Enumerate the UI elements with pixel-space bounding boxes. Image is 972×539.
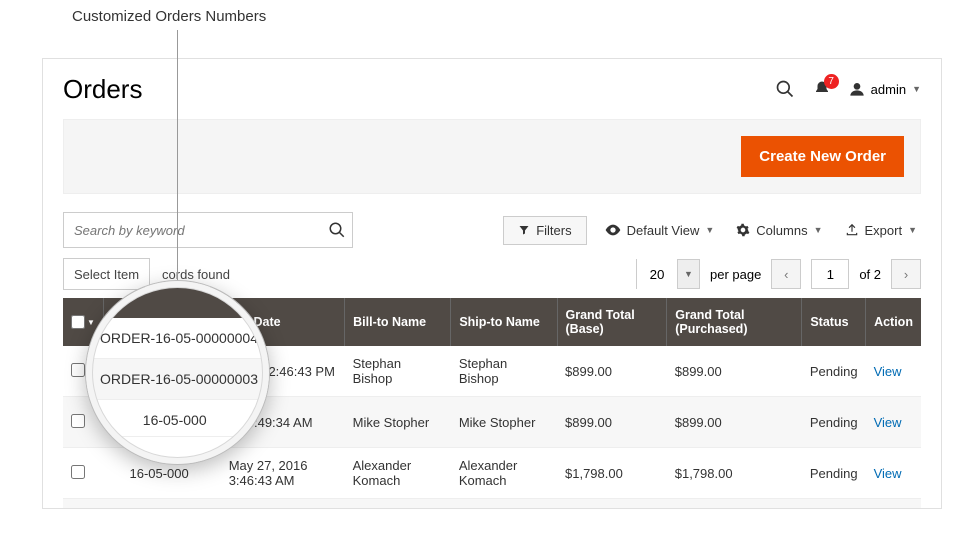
default-view-button[interactable]: Default View ▼ [601, 217, 719, 244]
cell-base: $899.00 [557, 346, 667, 397]
cell-purchased: $899.00 [667, 346, 802, 397]
cell-action: View [866, 448, 921, 499]
username: admin [871, 82, 906, 97]
row-checkbox[interactable] [71, 465, 85, 479]
cell-date: May 27, 2016 2:37:47 AM [221, 499, 345, 510]
cell-id: ORDER-16-05-00000001 [103, 499, 220, 510]
action-bar: Create New Order [63, 119, 921, 194]
export-button[interactable]: Export ▼ [841, 217, 922, 244]
row-checkbox-cell [63, 499, 103, 510]
cell-base: $1,798.00 [557, 448, 667, 499]
page-title: Orders [63, 74, 142, 105]
magnifier-lens: D ORDER-16-05-00000004 ORDER-16-05-00000… [85, 280, 270, 465]
view-link[interactable]: View [874, 466, 902, 481]
view-link[interactable]: View [874, 364, 902, 379]
table-row: ORDER-16-05-00000001May 27, 2016 2:37:47… [63, 499, 921, 510]
cell-ship: Stephan Bishop [451, 346, 557, 397]
per-page-label: per page [710, 267, 761, 282]
prev-page-button[interactable]: ‹ [771, 259, 801, 289]
select-all-checkbox[interactable] [71, 315, 85, 329]
row-checkbox-cell [63, 448, 103, 499]
caret-down-icon: ▼ [912, 84, 921, 94]
export-label: Export [865, 223, 903, 238]
cell-status: Pending [802, 397, 866, 448]
page-of: of 2 [859, 267, 881, 282]
page-header: Orders 7 admin ▼ [63, 59, 921, 119]
search-input[interactable] [74, 223, 328, 238]
funnel-icon [518, 224, 530, 236]
notification-count: 7 [824, 74, 839, 89]
cell-action: View [866, 499, 921, 510]
filters-button[interactable]: Filters [503, 216, 586, 245]
col-ship[interactable]: Ship-to Name [451, 298, 557, 346]
cell-ship: Mike Stopher [451, 397, 557, 448]
row-checkbox[interactable] [71, 414, 85, 428]
per-page-select[interactable]: ▼ [636, 259, 700, 289]
cell-date: May 27, 2016 3:46:43 AM [221, 448, 345, 499]
header-actions: 7 admin ▼ [775, 79, 921, 99]
cell-status: Pending [802, 448, 866, 499]
export-icon [845, 223, 859, 237]
gear-icon [736, 223, 750, 237]
user-icon [849, 81, 865, 97]
col-base[interactable]: Grand Total (Base) [557, 298, 667, 346]
columns-button[interactable]: Columns ▼ [732, 217, 826, 244]
col-action[interactable]: Action [866, 298, 921, 346]
toolbar-right: Filters Default View ▼ Columns ▼ Export … [503, 216, 921, 245]
toolbar: Filters Default View ▼ Columns ▼ Export … [63, 212, 921, 248]
cell-status: Pending [802, 346, 866, 397]
search-box [63, 212, 353, 248]
filters-label: Filters [536, 223, 571, 238]
caret-down-icon: ▼ [814, 225, 823, 235]
cell-bill: Stephan Bishop [345, 346, 451, 397]
cell-purchased: $1,798.00 [667, 448, 802, 499]
per-page-input[interactable] [637, 259, 677, 289]
cell-ship: Manuel Rubio [451, 499, 557, 510]
default-view-label: Default View [627, 223, 700, 238]
eye-icon [605, 224, 621, 236]
lens-row: ORDER-16-05-00000003 [86, 359, 269, 400]
cell-base: $899.00 [557, 499, 667, 510]
cell-bill: Alexander Komach [345, 448, 451, 499]
cell-bill: Manuel Rubio [345, 499, 451, 510]
select-items-dropdown[interactable]: Select Item [63, 258, 150, 290]
cell-base: $899.00 [557, 397, 667, 448]
callout-label: Customized Orders Numbers [72, 8, 266, 25]
select-all-caret[interactable]: ▼ [87, 318, 95, 327]
row-checkbox[interactable] [71, 363, 85, 377]
lens-row: 16-05-000 [86, 400, 269, 437]
cell-purchased: $899.00 [667, 397, 802, 448]
cell-status: Pending [802, 499, 866, 510]
cell-action: View [866, 346, 921, 397]
cell-bill: Mike Stopher [345, 397, 451, 448]
col-bill[interactable]: Bill-to Name [345, 298, 451, 346]
col-status[interactable]: Status [802, 298, 866, 346]
search-icon[interactable] [775, 79, 795, 99]
cell-purchased: $899.00 [667, 499, 802, 510]
page-input[interactable] [811, 259, 849, 289]
next-page-button[interactable]: › [891, 259, 921, 289]
callout-line [177, 30, 178, 315]
lens-row: ORDER-16-05-00000004 [86, 318, 269, 359]
user-menu[interactable]: admin ▼ [849, 81, 921, 97]
cell-ship: Alexander Komach [451, 448, 557, 499]
notifications-icon[interactable]: 7 [813, 80, 831, 98]
per-page-caret[interactable]: ▼ [677, 260, 699, 288]
caret-down-icon: ▼ [705, 225, 714, 235]
pagination: ▼ per page ‹ of 2 › [636, 259, 921, 289]
cell-action: View [866, 397, 921, 448]
caret-down-icon: ▼ [908, 225, 917, 235]
view-link[interactable]: View [874, 415, 902, 430]
columns-label: Columns [756, 223, 807, 238]
col-purchased[interactable]: Grand Total (Purchased) [667, 298, 802, 346]
search-submit-icon[interactable] [328, 221, 346, 239]
create-order-button[interactable]: Create New Order [741, 136, 904, 177]
